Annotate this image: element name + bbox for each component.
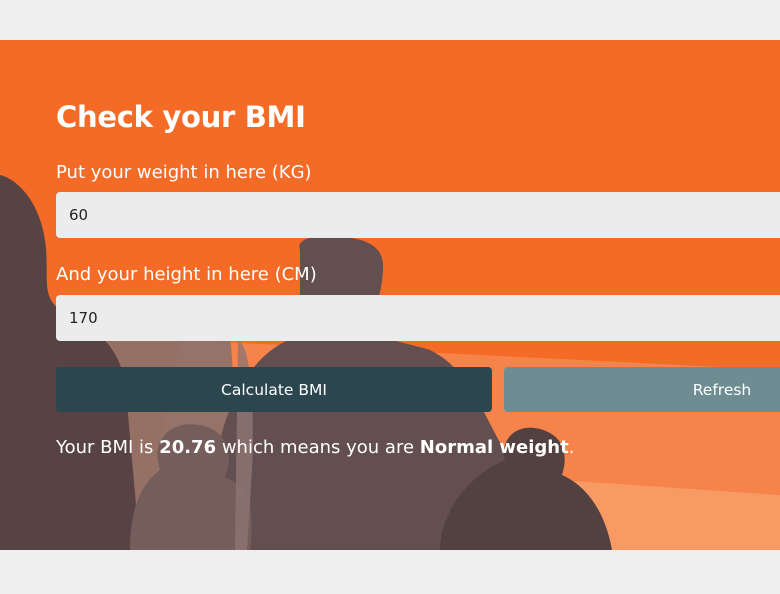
calculate-bmi-button[interactable]: Calculate BMI [56, 367, 492, 412]
height-input[interactable] [56, 295, 780, 341]
result-middle: which means you are [216, 437, 420, 458]
refresh-label: Refresh [692, 380, 752, 399]
page-title: Check your BMI [56, 100, 306, 134]
height-label: And your height in here (CM) [56, 264, 317, 285]
weight-label: Put your weight in here (KG) [56, 162, 312, 183]
refresh-button[interactable]: Refresh [504, 367, 780, 412]
bmi-panel: Check your BMI Put your weight in here (… [0, 40, 780, 550]
bmi-value: 20.76 [159, 437, 217, 458]
calculate-bmi-label: Calculate BMI [221, 380, 327, 399]
bmi-result: Your BMI is 20.76 which means you are No… [56, 437, 574, 458]
result-prefix: Your BMI is [56, 437, 160, 458]
weight-input[interactable] [56, 192, 780, 238]
result-suffix: . [568, 437, 575, 458]
bmi-category: Normal weight [419, 437, 569, 458]
